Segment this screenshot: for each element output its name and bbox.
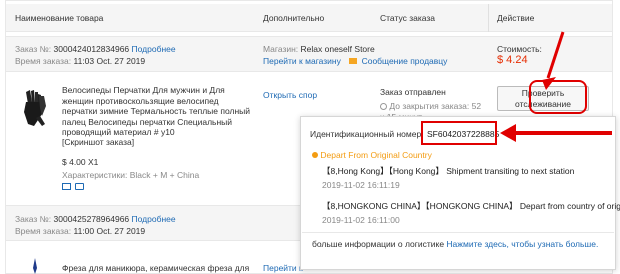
order-time-2: 11:00 Oct. 27 2019 <box>73 226 146 236</box>
order-number-row-2: Заказ №: 3000425278964966 Подробнее <box>15 214 176 224</box>
popup-divider <box>302 232 614 233</box>
order-cost: $ 4.24 <box>497 54 528 66</box>
product-attributes: Характеристики: Black + M + China <box>62 170 200 180</box>
truck-icon[interactable] <box>75 183 84 190</box>
product-title-2[interactable]: Фреза для маникюра, керамическая фреза д… <box>62 263 249 273</box>
tracking-event: 【8,Hong Kong】【Hong Kong】 Shipment transi… <box>322 166 575 176</box>
product-price: $ 4.00 X1 <box>62 157 99 167</box>
order-number: 3000424012834966 <box>53 44 130 54</box>
order-time: 11:03 Oct. 27 2019 <box>73 56 146 66</box>
annotation-circle <box>529 80 587 114</box>
col-extra-header: Дополнительно <box>263 13 325 23</box>
product-gloves-image[interactable] <box>20 88 50 128</box>
message-seller-link[interactable]: Сообщение продавцу <box>362 56 448 66</box>
tracking-number-highlight <box>421 121 497 145</box>
table-header: Наименование товара Дополнительно Статус… <box>6 4 612 32</box>
order-time-row-2: Время заказа: 11:00 Oct. 27 2019 <box>15 226 146 236</box>
tracking-event-time-2: 2019-11-02 16:11:00 <box>322 215 400 225</box>
order-number-row: Заказ №: 3000424012834966 Подробнее <box>15 44 176 54</box>
order-time-row: Время заказа: 11:03 Oct. 27 2019 <box>15 56 146 66</box>
store-name: Relax oneself Store <box>300 44 375 54</box>
header-divider <box>488 4 489 32</box>
open-dispute-link-2[interactable]: Перейти к <box>263 263 303 273</box>
tracking-label: Идентификационный номер: <box>310 129 424 139</box>
origin-row: Depart From Original Country <box>312 150 432 160</box>
product-nail-drill-image[interactable] <box>30 258 40 274</box>
store-row: Магазин: Relax oneself Store <box>263 44 375 54</box>
store-actions: Перейти к магазину Сообщение продавцу <box>263 56 447 66</box>
col-action-header: Действие <box>497 13 535 23</box>
order-details-link[interactable]: Подробнее <box>132 44 176 54</box>
tracking-event-time: 2019-11-02 16:11:19 <box>322 180 400 190</box>
col-product-header: Наименование товара <box>15 13 104 23</box>
order-details-link-2[interactable]: Подробнее <box>132 214 176 224</box>
open-dispute-link[interactable]: Открыть спор <box>263 90 317 100</box>
closing-countdown: До закрытия заказа: 52 <box>380 101 481 111</box>
image-icon[interactable] <box>62 183 71 190</box>
logistics-more-link[interactable]: Нажмите здесь, чтобы узнать больше. <box>446 239 598 249</box>
order-status: Заказ отправлен <box>380 87 446 97</box>
dot-icon <box>312 152 318 158</box>
clock-icon <box>380 103 387 110</box>
order-snapshot-link[interactable]: [Скриншот заказа] <box>62 137 134 147</box>
cost-label: Стоимость: <box>497 44 542 54</box>
col-status-header: Статус заказа <box>380 13 436 23</box>
logistics-info-row: больше информации о логистике Нажмите зд… <box>312 239 599 249</box>
product-title[interactable]: Велосипеды Перчатки Для мужчин и Для жен… <box>62 85 254 138</box>
envelope-icon <box>349 58 358 64</box>
go-to-store-link[interactable]: Перейти к магазину <box>263 56 341 66</box>
tracking-event-2: 【8,HONGKONG CHINA】【HONGKONG CHINA】 Depar… <box>322 201 620 211</box>
order-number-2: 3000425278964966 <box>53 214 130 224</box>
